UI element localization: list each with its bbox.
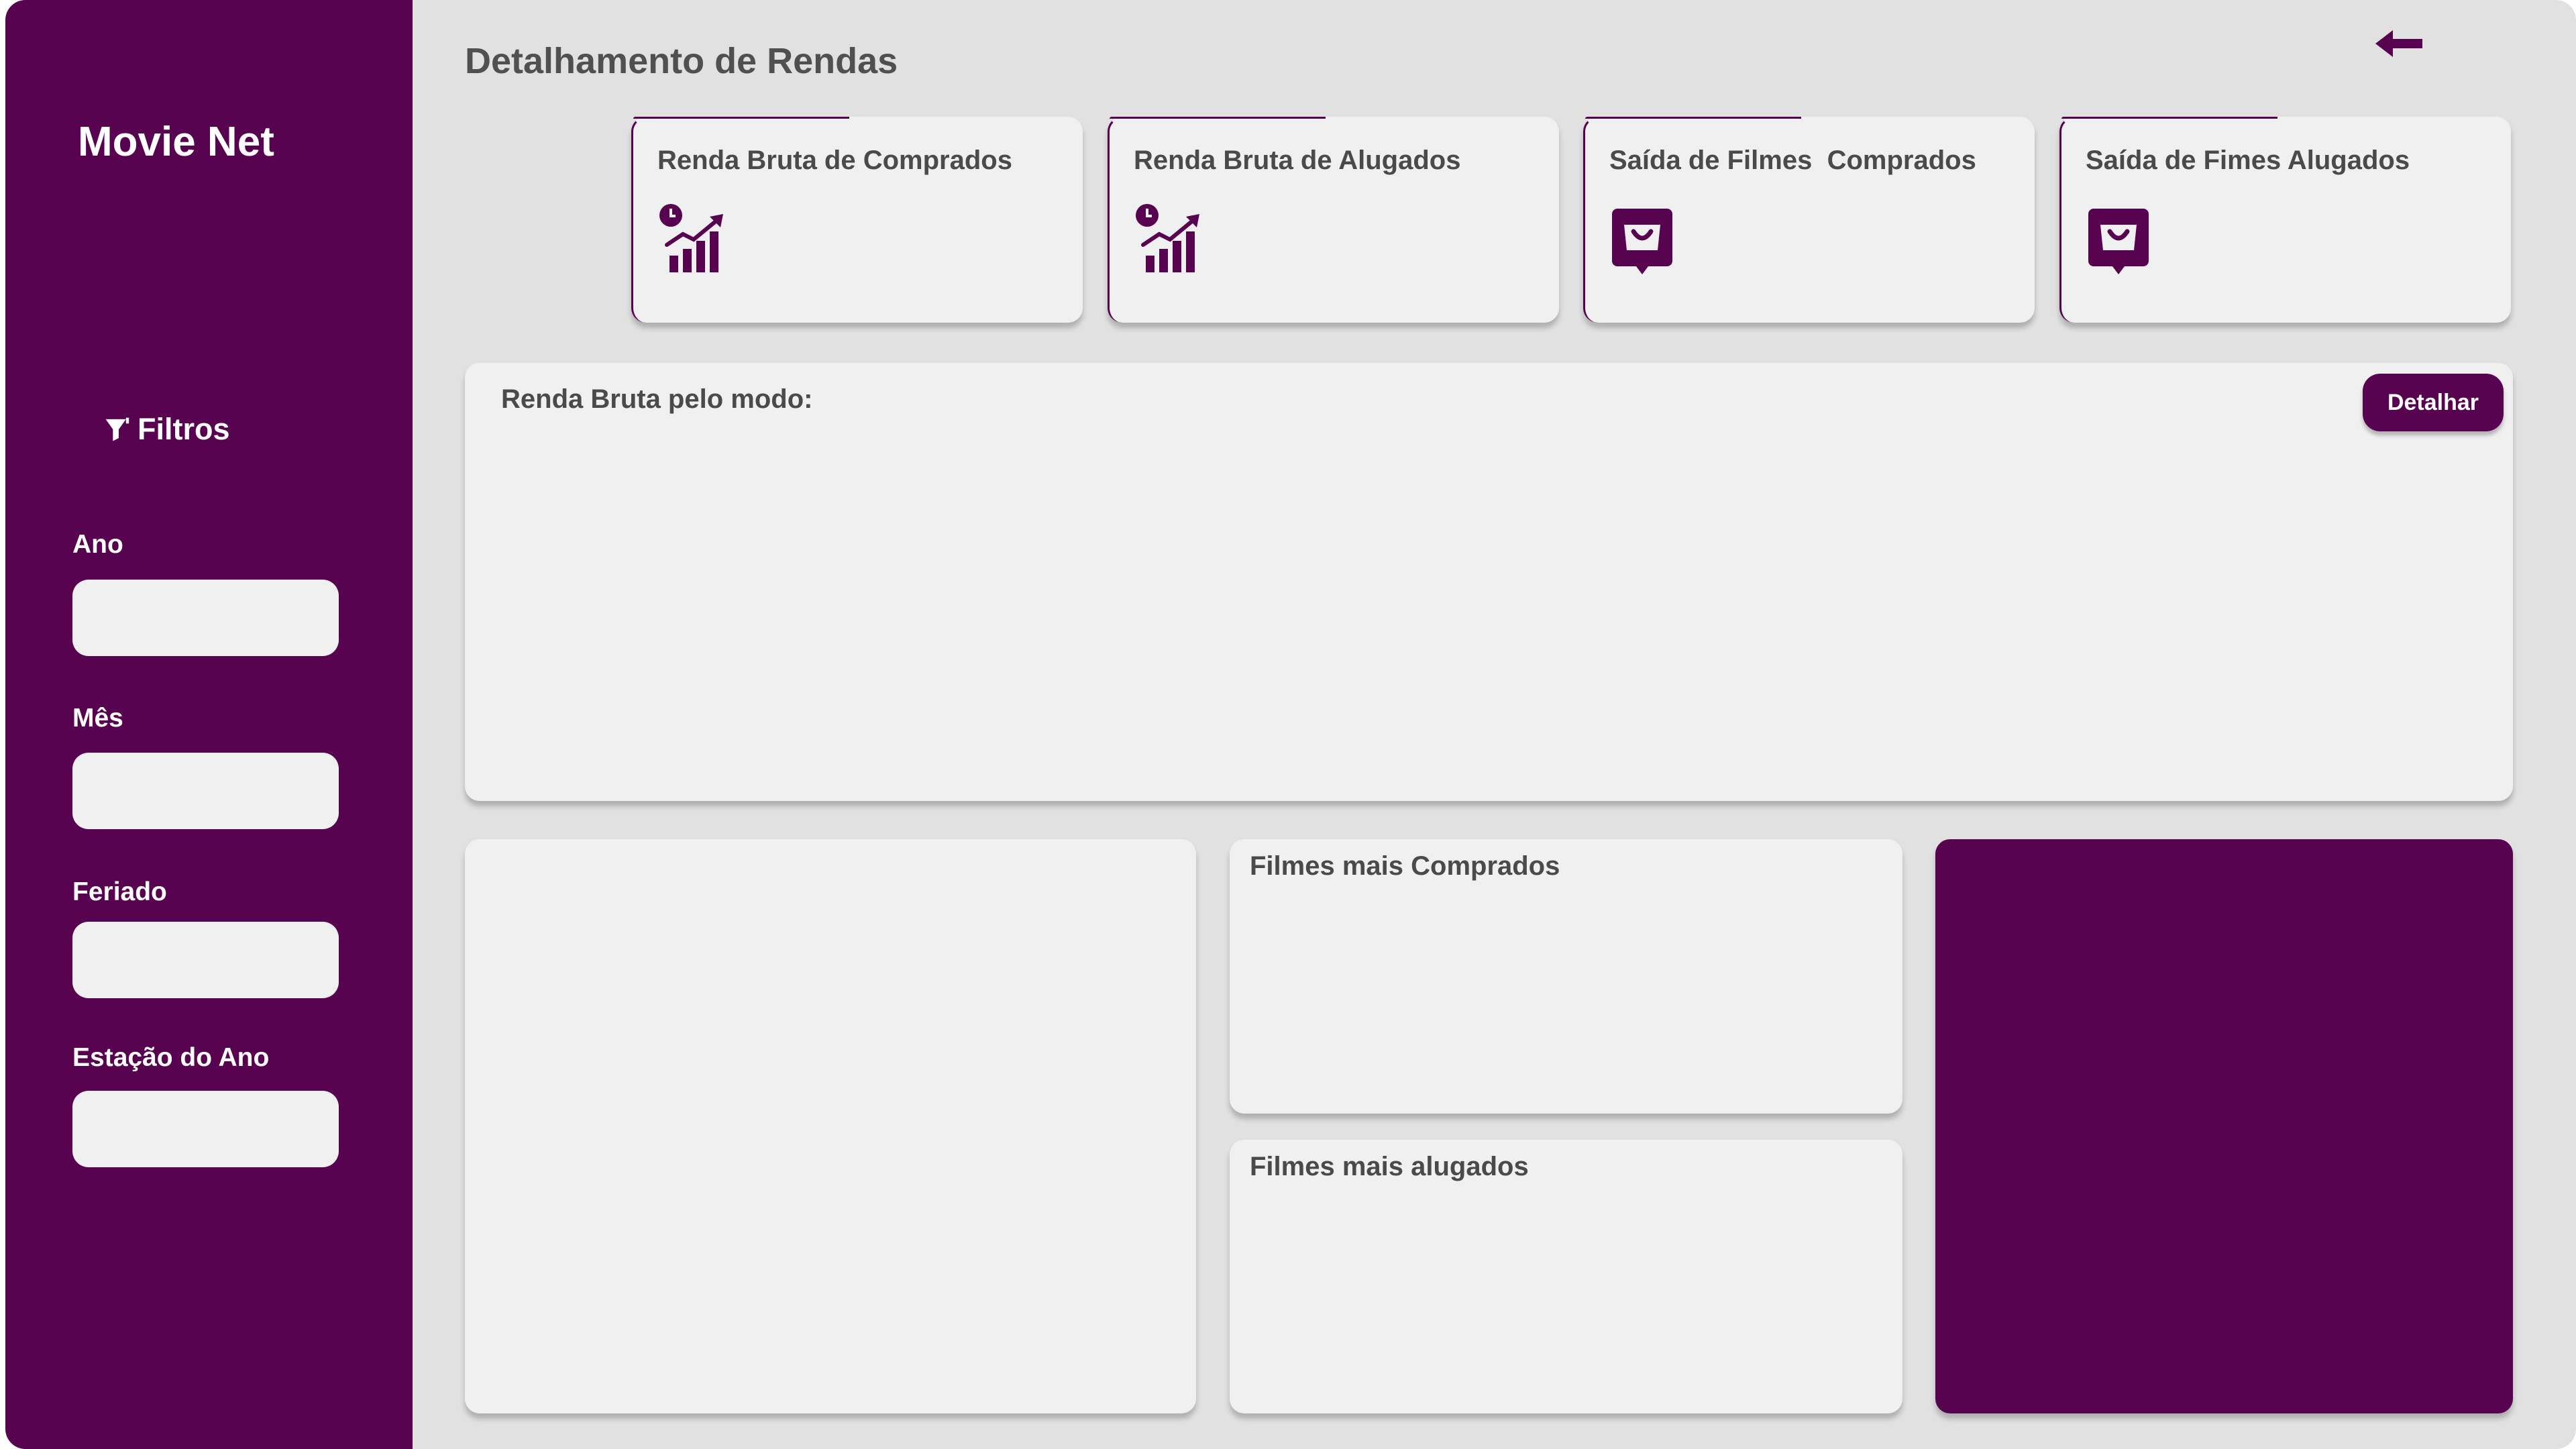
shopping-bag-icon <box>2088 209 2149 274</box>
app-window: Movie Net Filtros Ano Mês Feriado Estaçã… <box>5 0 2576 1449</box>
kpi-card-renda-alugados[interactable]: Renda Bruta de Alugados <box>1108 117 1559 323</box>
kpi-card-title: Renda Bruta de Comprados <box>657 146 1012 175</box>
mode-income-panel: Renda Bruta pelo modo: <box>465 363 2513 801</box>
top-bought-panel: Filmes mais Comprados <box>1230 839 1902 1114</box>
highlight-panel <box>1935 839 2513 1413</box>
top-rented-title: Filmes mais alugados <box>1250 1152 1529 1181</box>
shopping-bag-icon <box>1612 209 1672 274</box>
filter-icon <box>105 417 129 441</box>
filter-label-feriado: Feriado <box>72 877 167 906</box>
kpi-card-accent <box>2061 117 2277 119</box>
kpi-card-saida-alugados[interactable]: Saída de Fimes Alugados <box>2059 117 2511 323</box>
filter-label-mes: Mês <box>72 704 123 733</box>
back-button[interactable] <box>2373 25 2427 62</box>
top-bought-title: Filmes mais Comprados <box>1250 851 1560 881</box>
filters-heading-label: Filtros <box>138 412 230 446</box>
filter-input-estacao[interactable] <box>72 1091 339 1167</box>
filters-heading: Filtros <box>101 412 230 447</box>
detail-button[interactable]: Detalhar <box>2363 374 2504 431</box>
filter-input-mes[interactable] <box>72 753 339 829</box>
growth-chart-icon <box>659 204 723 272</box>
arrow-left-icon <box>2375 30 2422 57</box>
kpi-card-accent <box>1110 117 1326 119</box>
kpi-card-title: Renda Bruta de Alugados <box>1134 146 1461 175</box>
kpi-card-renda-comprados[interactable]: Renda Bruta de Comprados <box>631 117 1083 323</box>
kpi-card-title: Saída de Fimes Alugados <box>2086 146 2410 175</box>
brand-logo: Movie Net <box>78 119 274 165</box>
kpi-card-accent <box>1585 117 1801 119</box>
filter-input-ano[interactable] <box>72 580 339 656</box>
sidebar: Movie Net Filtros Ano Mês Feriado Estaçã… <box>5 0 413 1449</box>
growth-chart-icon <box>1136 204 1199 272</box>
filter-label-ano: Ano <box>72 530 123 559</box>
filter-input-feriado[interactable] <box>72 922 339 998</box>
kpi-card-title: Saída de Filmes Comprados <box>1609 146 1976 175</box>
filter-label-estacao: Estação do Ano <box>72 1043 270 1072</box>
page-title: Detalhamento de Rendas <box>465 41 898 81</box>
chart-panel-left <box>465 839 1196 1413</box>
kpi-card-accent <box>633 117 849 119</box>
top-rented-panel: Filmes mais alugados <box>1230 1140 1902 1413</box>
mode-income-title: Renda Bruta pelo modo: <box>501 384 813 414</box>
kpi-card-saida-comprados[interactable]: Saída de Filmes Comprados <box>1583 117 2035 323</box>
